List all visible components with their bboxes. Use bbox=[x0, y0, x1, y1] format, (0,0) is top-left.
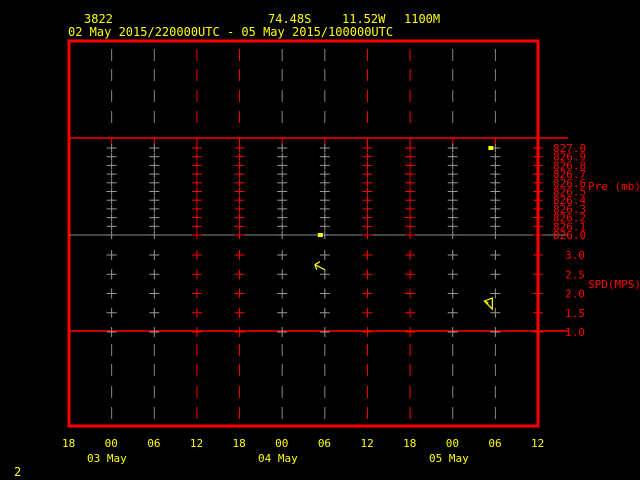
pressure-point bbox=[317, 233, 323, 237]
speed-tick-label: 2.0 bbox=[565, 288, 585, 301]
x-tick-label: 18 bbox=[62, 437, 75, 450]
x-tick-label: 00 bbox=[105, 437, 118, 450]
plot-frame bbox=[67, 39, 540, 428]
x-tick-label: 00 bbox=[275, 437, 288, 450]
x-tick-label: 12 bbox=[190, 437, 203, 450]
speed-tick-label: 1.0 bbox=[565, 326, 585, 339]
x-tick-label: 06 bbox=[318, 437, 331, 450]
meteogram-plot: 827.0826.9826.8826.7826.6826.5826.4826.3… bbox=[62, 39, 640, 465]
pressure-point bbox=[488, 146, 494, 150]
day-label: 03 May bbox=[87, 452, 127, 465]
page-number: 2 bbox=[14, 465, 22, 479]
day-label: 04 May bbox=[258, 452, 298, 465]
speed-tick-label: 2.5 bbox=[565, 268, 585, 281]
day-label: 05 May bbox=[429, 452, 469, 465]
pressure-axis-label: Pre (mb) bbox=[588, 180, 640, 193]
wind-arrow bbox=[314, 261, 326, 271]
x-tick-label: 12 bbox=[531, 437, 544, 450]
pressure-tick-label: 826.0 bbox=[553, 229, 586, 242]
x-tick-label: 06 bbox=[488, 437, 501, 450]
x-tick-label: 12 bbox=[360, 437, 373, 450]
speed-axis-label: SPD(MPS) bbox=[588, 278, 640, 291]
x-tick-label: 00 bbox=[446, 437, 459, 450]
speed-tick-label: 3.0 bbox=[565, 249, 585, 262]
x-tick-label: 18 bbox=[403, 437, 416, 450]
speed-tick-label: 1.5 bbox=[565, 307, 585, 320]
wind-arrow bbox=[483, 297, 493, 311]
x-tick-label: 06 bbox=[147, 437, 160, 450]
x-tick-label: 18 bbox=[233, 437, 246, 450]
